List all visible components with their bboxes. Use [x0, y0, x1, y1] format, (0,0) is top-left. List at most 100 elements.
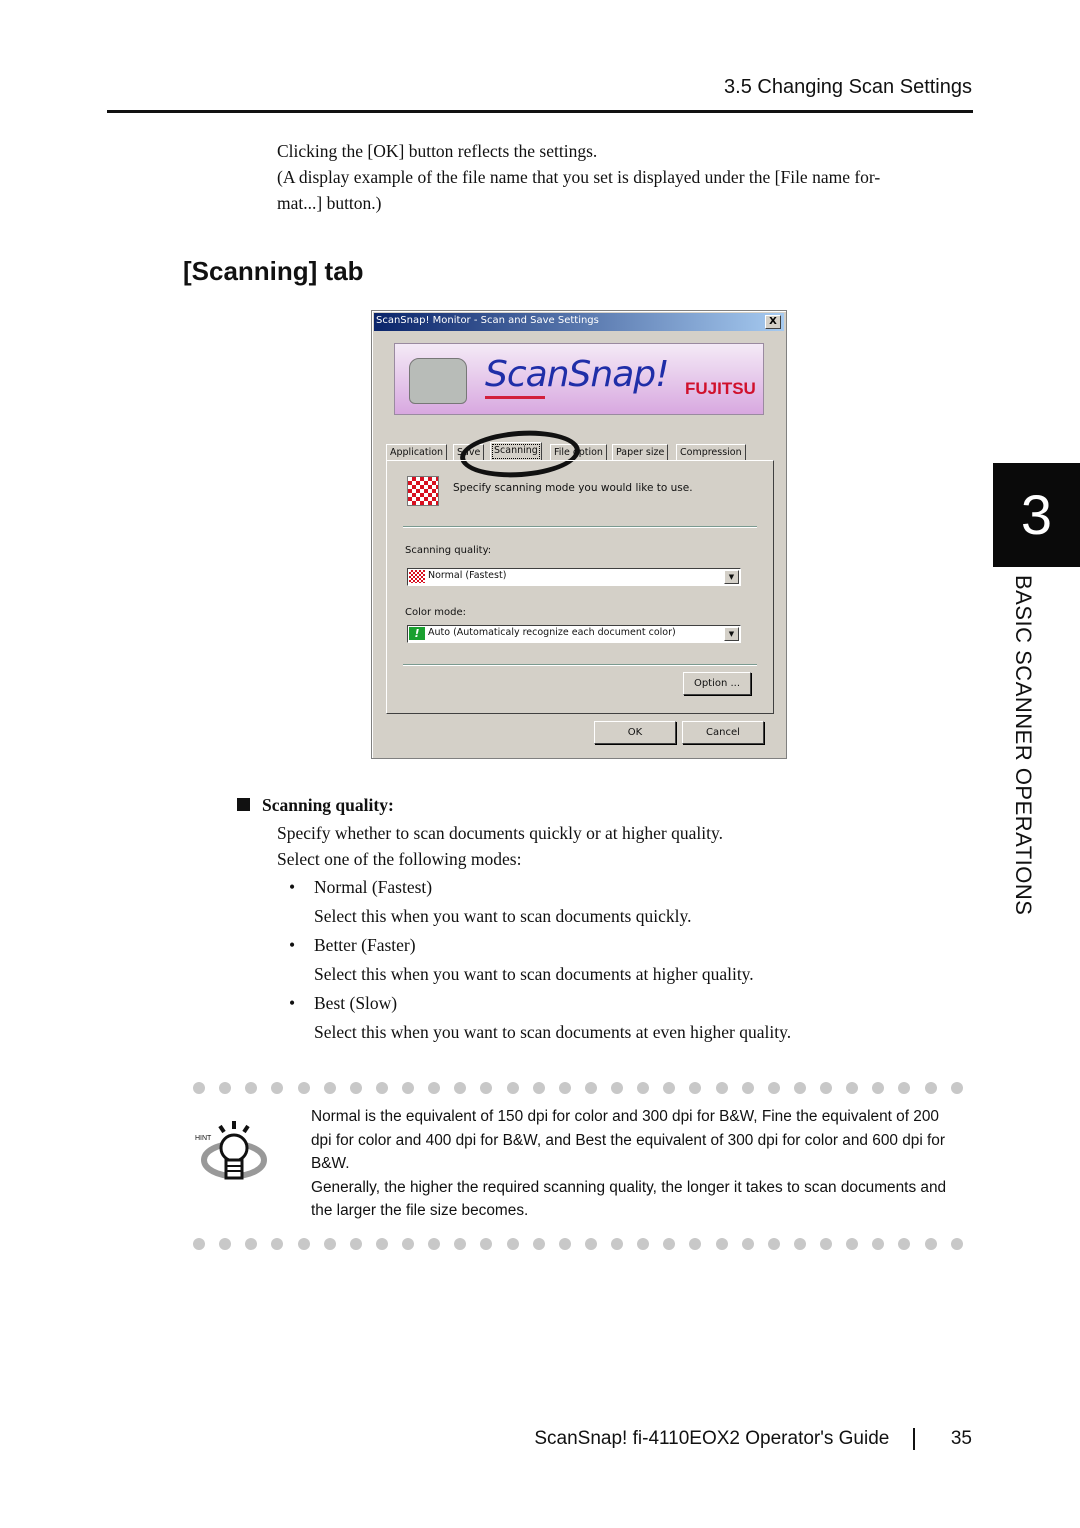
border-dot	[637, 1238, 650, 1250]
hint-bottom-border	[193, 1238, 963, 1252]
border-dot	[480, 1082, 493, 1094]
border-dot	[375, 1082, 388, 1094]
border-dot	[846, 1082, 859, 1094]
square-bullet-icon	[237, 798, 250, 811]
page-number: 35	[950, 1428, 972, 1450]
hint-text: Normal is the equivalent of 150 dpi for …	[311, 1105, 961, 1223]
border-dot	[637, 1082, 650, 1094]
border-dot	[663, 1082, 676, 1094]
border-dot	[767, 1082, 780, 1094]
mode-name: Best (Slow)	[314, 993, 398, 1013]
border-dot	[297, 1082, 310, 1094]
mode-desc: Select this when you want to scan docume…	[314, 1022, 792, 1042]
close-icon[interactable]: X	[765, 315, 781, 329]
border-dot	[454, 1082, 467, 1094]
border-dot	[245, 1238, 258, 1250]
mode-desc: Select this when you want to scan docume…	[314, 906, 692, 926]
border-dot	[297, 1238, 310, 1250]
hint-paragraph: Normal is the equivalent of 150 dpi for …	[311, 1108, 945, 1172]
scan-mode-icon	[407, 476, 439, 506]
border-dot	[271, 1238, 284, 1250]
border-dot	[898, 1082, 911, 1094]
border-dot	[375, 1238, 388, 1250]
chevron-down-icon[interactable]: ▼	[724, 627, 739, 641]
section-heading: [Scanning] tab	[183, 256, 364, 286]
border-dot	[323, 1082, 336, 1094]
border-dot	[793, 1082, 806, 1094]
scanning-quality-value: Normal (Fastest)	[428, 570, 507, 581]
intro-text: Clicking the [OK] button reflects the se…	[277, 138, 977, 216]
tab-application[interactable]: Application	[386, 444, 448, 461]
border-dot	[715, 1082, 728, 1094]
border-dot	[611, 1082, 623, 1094]
border-dot	[245, 1082, 258, 1094]
intro-line: mat...] button.)	[277, 193, 382, 213]
border-dot	[820, 1238, 832, 1250]
border-dot	[506, 1082, 519, 1094]
hint-paragraph: Generally, the higher the required scann…	[311, 1178, 947, 1220]
border-dot	[663, 1238, 676, 1250]
border-dot	[950, 1238, 963, 1250]
subsection-heading: Scanning quality:	[237, 795, 394, 816]
border-dot	[506, 1238, 519, 1250]
border-dot	[611, 1238, 623, 1250]
header-rule	[107, 110, 973, 113]
border-dot	[271, 1082, 284, 1094]
lightbulb-icon	[201, 1121, 267, 1180]
border-dot	[219, 1082, 232, 1094]
running-header: 3.5 Changing Scan Settings	[724, 76, 972, 98]
border-dot	[558, 1082, 571, 1094]
border-dot	[584, 1082, 597, 1094]
border-dot	[741, 1082, 754, 1094]
border-dot	[950, 1082, 963, 1094]
ok-button[interactable]: OK	[594, 721, 676, 744]
panel-hint: Specify scanning mode you would like to …	[453, 482, 693, 494]
chevron-down-icon[interactable]: ▼	[724, 570, 739, 584]
tab-compression[interactable]: Compression	[676, 444, 746, 461]
border-dot	[454, 1238, 467, 1250]
color-mode-value: Auto (Automaticaly recognize each docume…	[428, 627, 676, 638]
color-mode-label: Color mode:	[405, 607, 467, 618]
border-dot	[402, 1238, 414, 1250]
border-dot	[193, 1238, 205, 1250]
quality-icon	[409, 570, 425, 583]
border-dot	[349, 1082, 362, 1094]
bullet-icon: •	[289, 877, 296, 897]
border-dot	[428, 1082, 441, 1094]
settings-dialog: ScanSnap! Monitor - Scan and Save Settin…	[371, 310, 787, 759]
border-dot	[532, 1082, 545, 1094]
fujitsu-logo: FUJITSU	[685, 379, 756, 398]
border-dot	[323, 1238, 336, 1250]
border-dot	[898, 1238, 911, 1250]
chapter-title: BASIC SCANNER OPERATIONS	[1011, 575, 1036, 916]
scanning-quality-select[interactable]: Normal (Fastest) ▼	[407, 568, 741, 586]
option-button[interactable]: Option ...	[683, 672, 751, 695]
tab-paper-size[interactable]: Paper size	[612, 444, 669, 461]
border-dot	[349, 1238, 362, 1250]
border-dot	[872, 1238, 885, 1250]
border-dot	[741, 1238, 754, 1250]
border-dot	[924, 1082, 937, 1094]
guide-title: ScanSnap! fi-4110EOX2 Operator's Guide	[534, 1428, 890, 1450]
border-dot	[558, 1238, 571, 1250]
chapter-number: 3	[993, 463, 1080, 567]
intro-line: (A display example of the file name that…	[277, 167, 881, 187]
border-dot	[767, 1238, 780, 1250]
mode-name: Normal (Fastest)	[314, 877, 433, 897]
border-dot	[584, 1238, 597, 1250]
color-mode-select[interactable]: ! Auto (Automaticaly recognize each docu…	[407, 625, 741, 643]
border-dot	[480, 1238, 493, 1250]
border-dot	[872, 1082, 885, 1094]
border-dot	[428, 1238, 441, 1250]
tab-panel: Specify scanning mode you would like to …	[386, 460, 774, 714]
cancel-button[interactable]: Cancel	[682, 721, 764, 744]
footer-divider	[913, 1428, 915, 1450]
logo-underline	[485, 396, 545, 399]
bullet-icon: •	[289, 993, 296, 1013]
border-dot	[793, 1238, 806, 1250]
hint-top-border	[193, 1082, 963, 1096]
desc-line: Select one of the following modes:	[277, 849, 522, 869]
border-dot	[219, 1238, 232, 1250]
border-dot	[532, 1238, 545, 1250]
border-dot	[715, 1238, 728, 1250]
